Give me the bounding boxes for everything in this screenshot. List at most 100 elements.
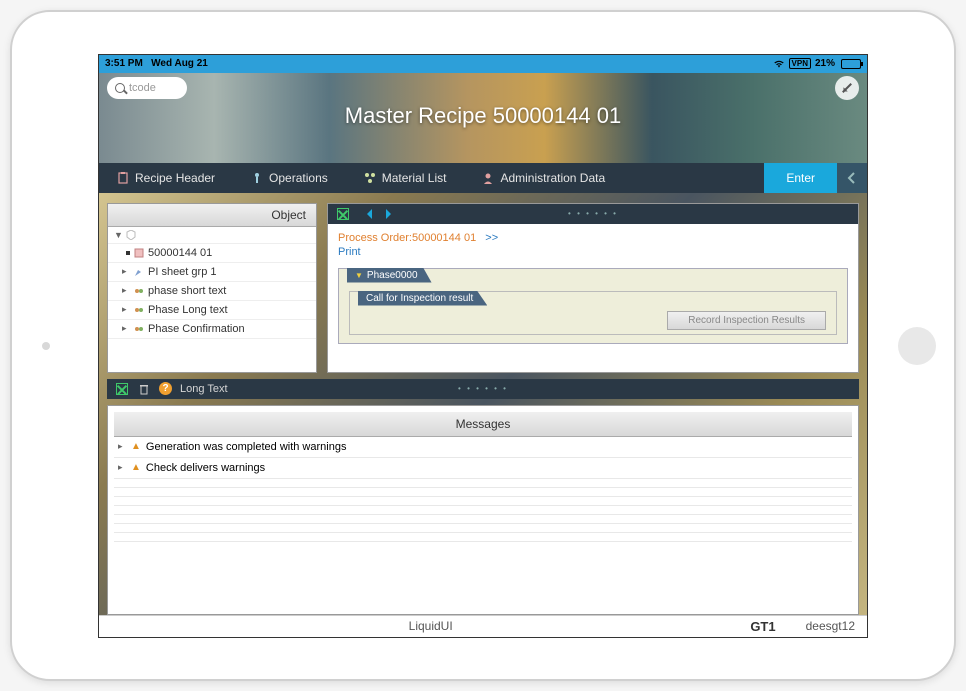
phase-icon xyxy=(134,324,144,334)
pencil-icon xyxy=(842,83,852,93)
search-placeholder: tcode xyxy=(129,82,156,94)
arrow-left-icon xyxy=(362,209,372,219)
message-row[interactable]: ▸ ▲ Generation was completed with warnin… xyxy=(114,437,852,458)
tree-label: phase short text xyxy=(148,285,226,297)
back-icon xyxy=(845,171,859,185)
sheet-icon xyxy=(134,267,144,277)
tree-item[interactable]: ▸ PI sheet grp 1 xyxy=(108,263,316,282)
print-link[interactable]: Print xyxy=(338,246,361,258)
message-row[interactable]: ▸ ▲ Check delivers warnings xyxy=(114,458,852,479)
status-right: VPN 21% xyxy=(773,58,861,69)
expand-icon: ▸ xyxy=(122,304,130,315)
search-input[interactable]: tcode xyxy=(107,77,187,99)
content-area: Object ▼ 50000144 01 ▸ xyxy=(99,193,867,615)
tab-label: Administration Data xyxy=(500,171,605,185)
app-screen: 3:51 PM Wed Aug 21 VPN 21% tcode xyxy=(98,54,868,638)
close-icon xyxy=(337,208,349,220)
help-button[interactable]: ? xyxy=(159,382,172,395)
wifi-icon xyxy=(773,59,785,69)
tab-operations[interactable]: Operations xyxy=(233,163,346,193)
clipboard-icon xyxy=(117,172,129,184)
tab-label: Operations xyxy=(269,171,328,185)
inspection-group: Call for Inspection result Record Inspec… xyxy=(349,291,837,335)
operations-icon xyxy=(251,172,263,184)
status-date: Wed Aug 21 xyxy=(151,58,208,69)
tree-item[interactable]: 50000144 01 xyxy=(108,244,316,263)
recipe-icon xyxy=(134,248,144,258)
tablet-frame: 3:51 PM Wed Aug 21 VPN 21% tcode xyxy=(10,10,956,681)
tree-header: Object xyxy=(108,204,316,227)
tab-material-list[interactable]: Material List xyxy=(346,163,465,193)
arrows-text: >> xyxy=(485,232,498,244)
messages-list: ▸ ▲ Generation was completed with warnin… xyxy=(108,437,858,614)
tree-item[interactable]: ▸ Phase Confirmation xyxy=(108,320,316,339)
drag-dots-icon: • • • • • • xyxy=(568,209,618,218)
trash-icon xyxy=(138,383,150,395)
enter-button[interactable]: Enter xyxy=(764,163,837,193)
message-row-empty xyxy=(114,533,852,542)
long-text-label: Long Text xyxy=(180,383,228,395)
delete-button[interactable] xyxy=(137,382,151,396)
close-detail-button[interactable] xyxy=(336,207,350,221)
collapse-icon: ▼ xyxy=(355,271,363,280)
call-tab[interactable]: Call for Inspection result xyxy=(358,291,487,306)
tree-item[interactable]: ▸ Phase Long text xyxy=(108,301,316,320)
close-messages-button[interactable] xyxy=(115,382,129,396)
expand-icon: ▸ xyxy=(122,266,130,277)
admin-icon xyxy=(482,172,494,184)
banner: tcode Master Recipe 50000144 01 xyxy=(99,73,867,163)
message-row-empty xyxy=(114,515,852,524)
split-top: Object ▼ 50000144 01 ▸ xyxy=(107,203,859,373)
status-left: 3:51 PM Wed Aug 21 xyxy=(105,58,208,69)
footer-user: deesgt12 xyxy=(806,619,855,633)
warning-icon: ▲ xyxy=(131,462,141,473)
status-time: 3:51 PM xyxy=(105,58,143,69)
drag-dots-icon: • • • • • • xyxy=(458,384,508,393)
edit-button[interactable] xyxy=(835,76,859,100)
nav-prev-button[interactable] xyxy=(360,207,374,221)
tab-admin-data[interactable]: Administration Data xyxy=(464,163,623,193)
tree-item[interactable]: ▸ phase short text xyxy=(108,282,316,301)
expand-icon: ▸ xyxy=(122,285,130,296)
status-bar: 3:51 PM Wed Aug 21 VPN 21% xyxy=(99,55,867,73)
tree-list: ▼ 50000144 01 ▸ PI sheet grp 1 xyxy=(108,227,316,372)
footer: LiquidUI GT1 deesgt12 xyxy=(99,615,867,637)
messages-panel: Messages ▸ ▲ Generation was completed wi… xyxy=(107,405,859,615)
page-title: Master Recipe 50000144 01 xyxy=(99,103,867,135)
messages-toolbar: ? Long Text • • • • • • xyxy=(107,379,859,399)
battery-icon xyxy=(841,59,861,69)
phase-tab[interactable]: ▼ Phase0000 xyxy=(347,268,432,283)
process-order-link[interactable]: Process Order:50000144 01 >> xyxy=(338,232,848,244)
detail-panel: • • • • • • Process Order:50000144 01 >>… xyxy=(327,203,859,373)
camera-dot xyxy=(42,342,50,350)
message-row-empty xyxy=(114,497,852,506)
tree-panel: Object ▼ 50000144 01 ▸ xyxy=(107,203,317,373)
nav-next-button[interactable] xyxy=(384,207,398,221)
tab-recipe-header[interactable]: Recipe Header xyxy=(99,163,233,193)
home-button[interactable] xyxy=(898,327,936,365)
message-text: Check delivers warnings xyxy=(146,462,265,474)
tree-label: PI sheet grp 1 xyxy=(148,266,217,278)
enter-label: Enter xyxy=(786,171,815,185)
record-results-button[interactable]: Record Inspection Results xyxy=(667,311,826,330)
detail-body: Process Order:50000144 01 >> Print ▼ Pha… xyxy=(328,224,858,372)
expand-icon: ▸ xyxy=(118,462,126,473)
message-row-empty xyxy=(114,488,852,497)
message-row-empty xyxy=(114,524,852,533)
tab-bar: Recipe Header Operations Material List A… xyxy=(99,163,867,193)
vpn-badge: VPN xyxy=(789,58,811,69)
expand-icon: ▸ xyxy=(118,441,126,452)
bullet-icon xyxy=(126,251,130,255)
messages-header: Messages xyxy=(114,412,852,437)
warning-icon: ▲ xyxy=(131,441,141,452)
tree-label: Phase Confirmation xyxy=(148,323,245,335)
back-button[interactable] xyxy=(837,163,867,193)
close-icon xyxy=(116,383,128,395)
phase-icon xyxy=(134,286,144,296)
message-row-empty xyxy=(114,506,852,515)
tab-label: Recipe Header xyxy=(135,171,215,185)
battery-pct: 21% xyxy=(815,58,835,69)
call-tab-label: Call for Inspection result xyxy=(366,293,473,304)
tree-root[interactable]: ▼ xyxy=(108,227,316,244)
tree-label: Phase Long text xyxy=(148,304,228,316)
